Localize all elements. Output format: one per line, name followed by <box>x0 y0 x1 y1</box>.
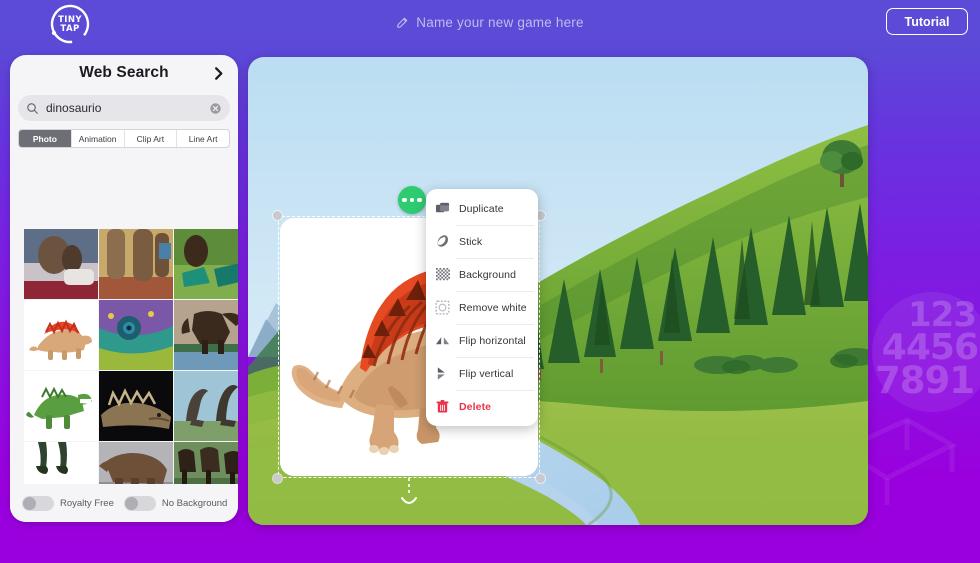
panel-header: Web Search <box>10 55 238 91</box>
flip-horizontal-icon <box>435 333 450 348</box>
context-menu-item-stick[interactable]: Stick <box>426 225 538 258</box>
tutorial-button[interactable]: Tutorial <box>886 8 968 35</box>
royalty-free-switch[interactable] <box>22 495 54 511</box>
pencil-icon <box>397 17 408 28</box>
royalty-free-toggle[interactable]: Royalty Free <box>22 495 114 511</box>
context-menu-item-duplicate[interactable]: Duplicate <box>426 192 538 225</box>
context-menu-label: Duplicate <box>459 202 504 215</box>
tab-line-art[interactable]: Line Art <box>177 130 229 147</box>
search-type-tabs: Photo Animation Clip Art Line Art <box>18 129 230 148</box>
context-menu-item-delete[interactable]: Delete <box>426 390 538 423</box>
rotate-handle-icon[interactable] <box>398 478 420 508</box>
context-menu-item-flip-vertical[interactable]: Flip vertical <box>426 357 538 390</box>
app-header: TINY TAP Name your new game here Tutoria… <box>0 0 980 45</box>
decorative-numbers-line3: 7891 <box>875 359 975 403</box>
clear-search-icon[interactable] <box>209 102 222 115</box>
remove-white-icon <box>435 300 450 315</box>
search-result-thumbnail[interactable] <box>174 229 238 299</box>
switch-knob <box>23 496 36 510</box>
context-menu-label: Remove white <box>459 301 527 314</box>
no-background-toggle[interactable]: No Background <box>123 495 228 511</box>
trash-icon <box>435 399 450 414</box>
decorative-numbers: 123 4456 7891 <box>868 298 979 403</box>
context-menu-item-flip-horizontal[interactable]: Flip horizontal <box>426 324 538 357</box>
stick-icon <box>435 234 450 249</box>
search-result-thumbnail[interactable] <box>99 229 173 299</box>
tab-clip-art[interactable]: Clip Art <box>125 130 178 147</box>
more-dot <box>402 197 407 203</box>
tab-photo-label: Photo <box>32 133 57 144</box>
object-more-options-button[interactable] <box>398 186 426 214</box>
panel-collapse-button[interactable] <box>208 63 228 83</box>
tutorial-button-label: Tutorial <box>904 14 950 29</box>
object-context-menu: Duplicate Stick Background Remove white … <box>426 189 538 426</box>
context-menu-label: Flip horizontal <box>459 334 526 347</box>
context-menu-label: Flip vertical <box>459 367 514 380</box>
search-results-grid <box>24 229 238 522</box>
no-background-label: No Background <box>161 497 228 509</box>
search-input[interactable] <box>46 101 202 115</box>
flip-vertical-icon <box>435 366 450 381</box>
more-dot <box>409 197 415 203</box>
context-menu-label: Stick <box>459 235 483 248</box>
search-result-thumbnail[interactable] <box>174 300 238 370</box>
search-result-thumbnail[interactable] <box>174 371 238 441</box>
switch-knob <box>124 496 138 510</box>
more-dot <box>417 197 422 203</box>
context-menu-item-remove-white[interactable]: Remove white <box>426 291 538 324</box>
royalty-free-label: Royalty Free <box>60 497 114 509</box>
search-result-thumbnail[interactable] <box>24 229 98 299</box>
search-result-thumbnail[interactable] <box>24 371 98 441</box>
resize-handle-top-left[interactable] <box>273 211 282 220</box>
resize-handle-bottom-left[interactable] <box>273 474 282 483</box>
resize-handle-bottom-right[interactable] <box>536 474 545 483</box>
search-result-thumbnail[interactable] <box>24 300 98 370</box>
tab-line-art-label: Line Art <box>188 133 218 144</box>
context-menu-label: Delete <box>459 400 492 413</box>
web-search-panel: Web Search Photo Animation Clip Art Line… <box>10 55 238 522</box>
chevron-right-icon <box>214 66 222 80</box>
tab-animation-label: Animation <box>78 133 117 144</box>
context-menu-item-background[interactable]: Background <box>426 258 538 291</box>
duplicate-icon <box>435 201 450 216</box>
tab-clip-art-label: Clip Art <box>136 133 165 144</box>
game-title-bar[interactable]: Name your new game here <box>0 0 980 45</box>
panel-title: Web Search <box>79 64 169 81</box>
context-menu-label: Background <box>459 268 517 281</box>
background-icon <box>435 267 450 282</box>
search-bar[interactable] <box>18 95 230 121</box>
search-icon <box>27 102 38 114</box>
tab-photo[interactable]: Photo <box>19 130 72 147</box>
tab-animation[interactable]: Animation <box>72 130 125 147</box>
search-result-thumbnail[interactable] <box>99 300 173 370</box>
no-background-switch[interactable] <box>123 495 156 511</box>
search-filters: Royalty Free No Background <box>10 484 238 522</box>
search-result-thumbnail[interactable] <box>99 371 173 441</box>
game-title-placeholder: Name your new game here <box>416 15 584 30</box>
